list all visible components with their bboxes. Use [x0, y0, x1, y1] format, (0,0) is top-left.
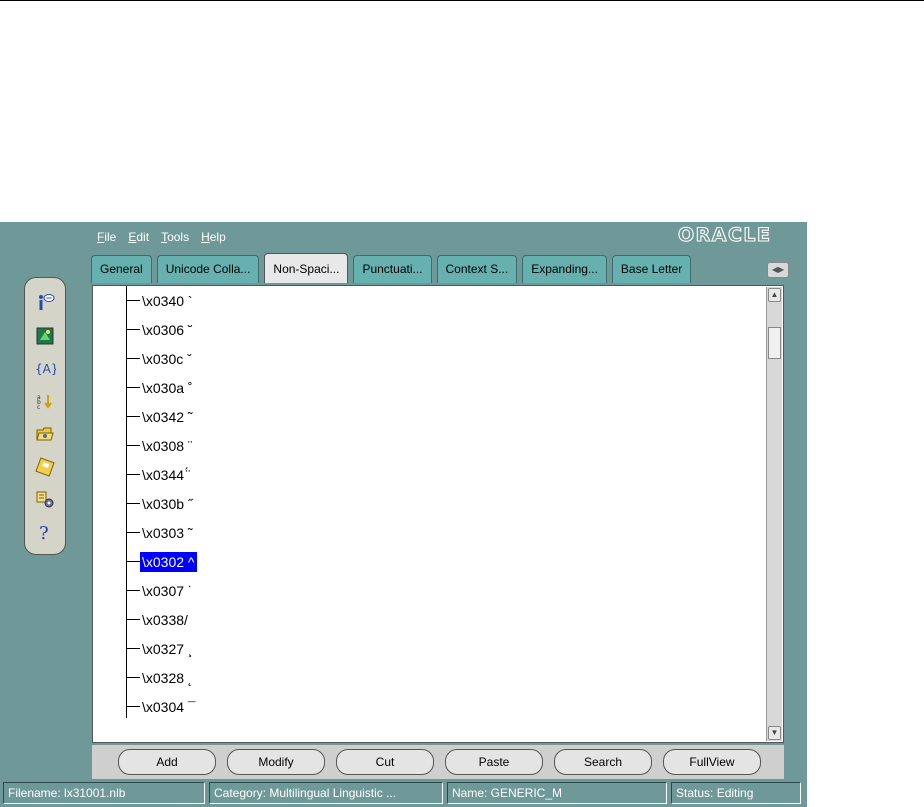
help-icon[interactable]: ?	[34, 521, 56, 543]
tree-item-label[interactable]: \x0303 ˜	[140, 523, 195, 543]
tree-item[interactable]: \x0303 ˜	[126, 518, 326, 546]
add-button[interactable]: Add	[118, 749, 216, 775]
tree-item[interactable]: \x0304 ¯	[126, 692, 326, 720]
tree-branch	[126, 416, 140, 417]
tree-branch	[126, 445, 140, 446]
oracle-logo: ORACLE	[677, 224, 772, 244]
tree-branch	[126, 706, 140, 707]
modify-button[interactable]: Modify	[227, 749, 325, 775]
oracle-logo-text: ORACLE	[678, 224, 772, 244]
status-filename: Filename: lx31001.nlb	[3, 782, 205, 804]
tab-context-sensitive[interactable]: Context S...	[436, 255, 518, 283]
tree-item[interactable]: \x0340 `	[126, 286, 326, 314]
tree-item[interactable]: \x0342 ˜	[126, 402, 326, 430]
cut-button[interactable]: Cut	[336, 749, 434, 775]
tree-item-label[interactable]: \x0307 ˙	[140, 581, 195, 601]
scroll-up-arrow-icon[interactable]: ▲	[768, 288, 781, 302]
tree-branch	[126, 677, 140, 678]
tree-item[interactable]: \x0338/	[126, 605, 326, 633]
tree-item-label[interactable]: \x0342 ˜	[140, 407, 195, 427]
top-rule	[0, 0, 924, 1]
tree-item[interactable]: \x0308 ¨	[126, 431, 326, 459]
properties-icon[interactable]	[34, 489, 56, 511]
tree-item-label[interactable]: \x0340 `	[140, 291, 195, 311]
tab-expanding[interactable]: Expanding...	[522, 255, 607, 283]
menu-tools-rest: ools	[167, 230, 190, 244]
scroll-down-arrow-icon[interactable]: ▼	[768, 726, 781, 740]
tree-item[interactable]: \x0307 ˙	[126, 576, 326, 604]
tree-view: \x0340 ` \x0306 ˘ \x030c ˇ \x030a ˚ \x03…	[93, 286, 767, 742]
menu-edit-rest: dit	[136, 230, 150, 244]
status-category: Category: Multilingual Linguistic ...	[209, 782, 443, 804]
tree-item[interactable]: \x030c ˇ	[126, 344, 326, 372]
status-name: Name: GENERIC_M	[447, 782, 667, 804]
scroll-thumb[interactable]	[768, 327, 781, 359]
tree-branch	[126, 590, 140, 591]
menu-help-accel: H	[201, 230, 210, 244]
paste-button[interactable]: Paste	[445, 749, 543, 775]
tree-item-label[interactable]: \x0344 ̈́	[140, 465, 190, 485]
tree-branch	[126, 474, 140, 475]
menu-edit[interactable]: Edit	[126, 228, 151, 246]
tab-base-letter[interactable]: Base Letter	[611, 255, 692, 283]
search-button[interactable]: Search	[554, 749, 652, 775]
tab-strip: General Unicode Colla... Non-Spaci... Pu…	[91, 253, 696, 283]
menu-help[interactable]: Help	[199, 228, 228, 246]
tree-item[interactable]: \x0344 ̈́	[126, 460, 326, 488]
fullview-button[interactable]: FullView	[663, 749, 761, 775]
tree-branch	[126, 532, 140, 533]
sort-icon[interactable]: abc	[34, 390, 56, 412]
tab-general[interactable]: General	[91, 255, 152, 283]
menu-file-rest: ile	[104, 230, 117, 244]
variable-icon[interactable]: {A}	[34, 358, 56, 380]
tree-branch	[126, 387, 140, 388]
tree-branch	[126, 358, 140, 359]
open-folder-icon[interactable]	[34, 423, 56, 445]
svg-text:{A}: {A}	[35, 362, 56, 376]
tree-item-selected[interactable]: \x0302 ^	[126, 547, 326, 575]
status-state: Status: Editing	[671, 782, 801, 804]
svg-text:?: ?	[39, 523, 49, 542]
tree-item-label[interactable]: \x0338/	[140, 610, 190, 630]
tree-branch	[126, 561, 140, 562]
tree-item[interactable]: \x0327 ¸	[126, 634, 326, 662]
button-bar: Add Modify Cut Paste Search FullView	[92, 745, 784, 779]
tree-item-label[interactable]: \x0304 ¯	[140, 697, 198, 717]
tree-branch	[126, 329, 140, 330]
menu-tools[interactable]: Tools	[159, 228, 191, 246]
tree-item-label[interactable]: \x0327 ¸	[140, 639, 195, 659]
info-icon[interactable]	[34, 292, 56, 314]
svg-text:c: c	[37, 404, 40, 411]
save-icon[interactable]	[34, 456, 56, 478]
tree-item-label[interactable]: \x0302 ^	[140, 552, 197, 572]
menu-bar: File Edit Tools Help	[95, 228, 228, 246]
app-window: File Edit Tools Help ORACLE General Unic…	[0, 222, 807, 807]
tree-branch	[126, 648, 140, 649]
tree-item[interactable]: \x030a ˚	[126, 373, 326, 401]
tree-item-label[interactable]: \x0306 ˘	[140, 320, 195, 340]
vertical-scrollbar[interactable]: ▲ ▼	[766, 287, 782, 741]
tree-branch	[126, 300, 140, 301]
tab-punctuation[interactable]: Punctuati...	[353, 255, 432, 283]
tree-panel: \x0340 ` \x0306 ˘ \x030c ˇ \x030a ˚ \x03…	[92, 285, 784, 743]
image-icon[interactable]	[34, 325, 56, 347]
menu-help-rest: elp	[209, 230, 226, 244]
tree-item-label[interactable]: \x030c ˇ	[140, 349, 194, 369]
tree-item-label[interactable]: \x0308 ¨	[140, 436, 195, 456]
tree-item-label[interactable]: \x030a ˚	[140, 378, 195, 398]
side-toolbar: {A} abc ?	[24, 277, 66, 555]
tab-unicode-collation[interactable]: Unicode Colla...	[156, 255, 260, 283]
tree-item-label[interactable]: \x0328 ˛	[140, 668, 195, 688]
tab-non-spacing[interactable]: Non-Spaci...	[264, 253, 349, 283]
tree-item[interactable]: \x0328 ˛	[126, 663, 326, 691]
tree-item-label[interactable]: \x030b ˝	[140, 494, 195, 514]
tree-branch	[126, 619, 140, 620]
status-bar: Filename: lx31001.nlb Category: Multilin…	[0, 779, 807, 807]
tree-item[interactable]: \x030b ˝	[126, 489, 326, 517]
tree-branch	[126, 503, 140, 504]
tab-scroll-arrows[interactable]: ◀▶	[767, 262, 789, 278]
tree-item[interactable]: \x0306 ˘	[126, 315, 326, 343]
menu-file[interactable]: File	[95, 228, 118, 246]
